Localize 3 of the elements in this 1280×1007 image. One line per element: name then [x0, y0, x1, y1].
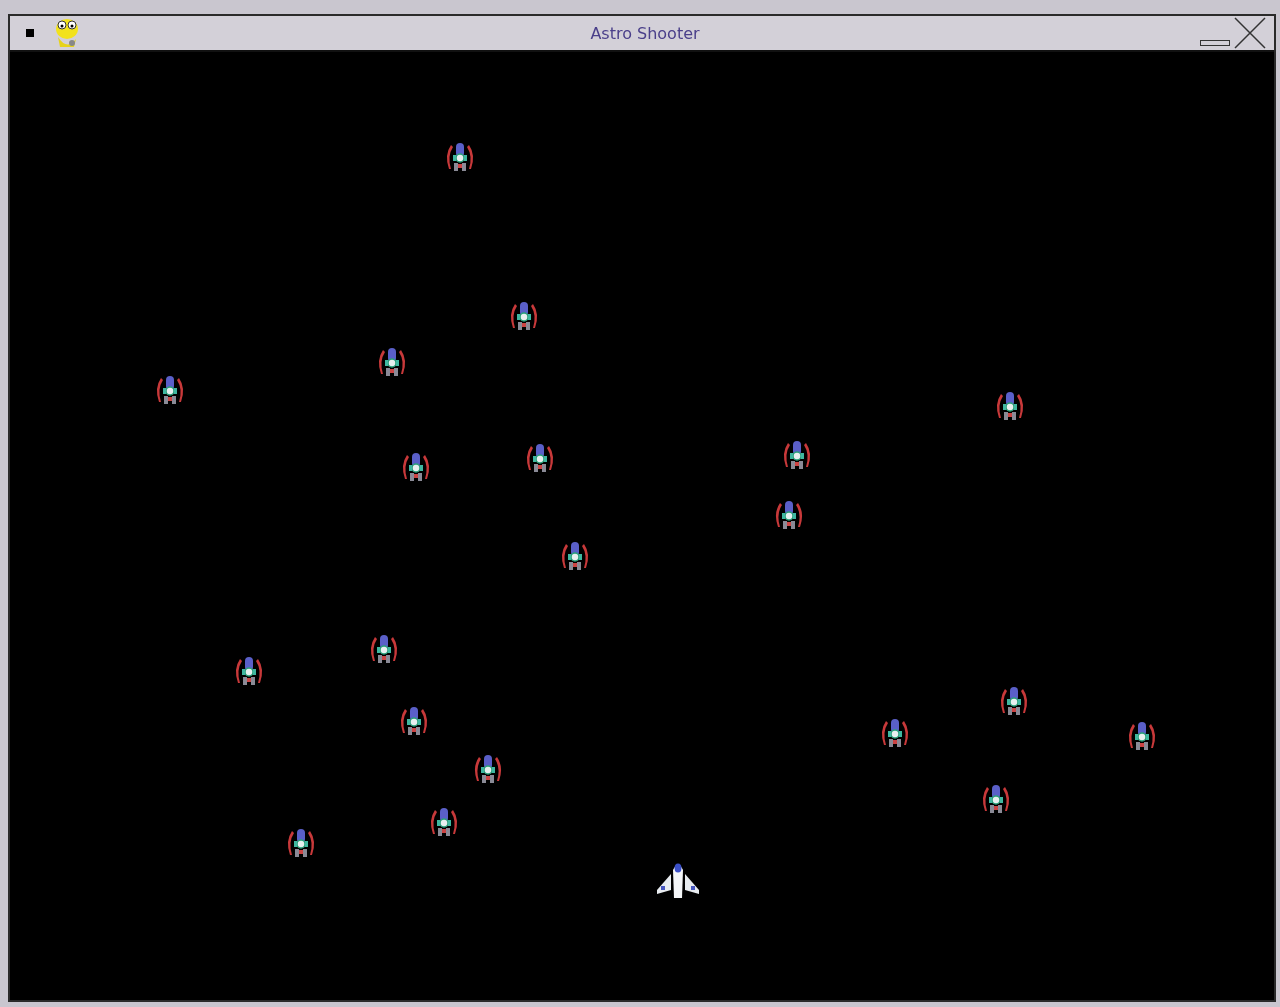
minimize-icon[interactable] [1200, 40, 1230, 46]
close-icon[interactable] [1234, 17, 1266, 49]
window-title: Astro Shooter [589, 23, 701, 43]
